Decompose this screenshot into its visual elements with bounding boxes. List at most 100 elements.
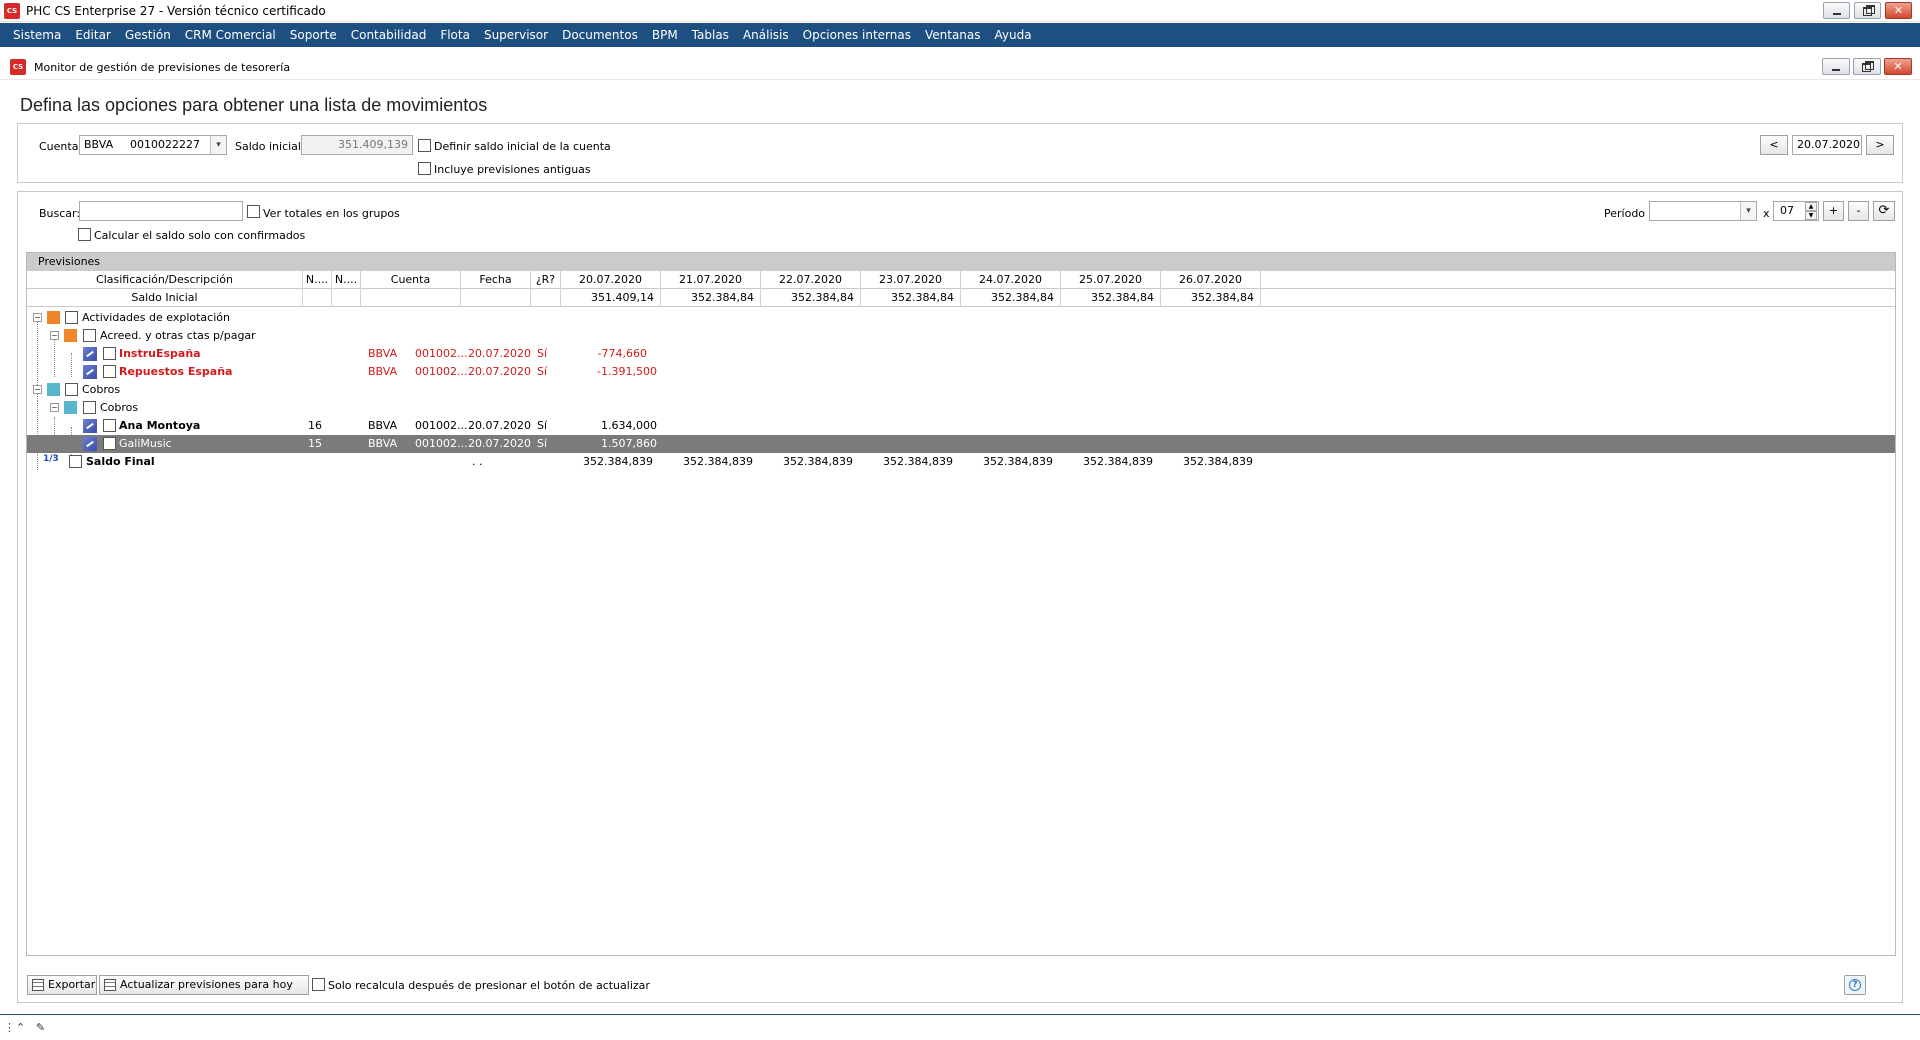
chevron-up-icon[interactable]: ⌃ xyxy=(16,1021,25,1034)
restore-button[interactable] xyxy=(1854,2,1881,19)
tree-group-row[interactable]: − Cobros xyxy=(27,399,1895,417)
row-cuenta: BBVA xyxy=(368,365,398,378)
row-value: 1.507,860 xyxy=(601,437,657,450)
col-date-4[interactable]: 23.07.2020 xyxy=(861,271,961,289)
row-checkbox[interactable] xyxy=(83,401,96,414)
col-fecha[interactable]: Fecha xyxy=(461,271,531,289)
menu-soporte[interactable]: Soporte xyxy=(283,23,344,47)
saldo-final-row[interactable]: 1/3 Saldo Final . . 352.384,839 352.384,… xyxy=(27,453,1895,471)
menu-opciones-internas[interactable]: Opciones internas xyxy=(796,23,918,47)
col-date-7[interactable]: 26.07.2020 xyxy=(1161,271,1261,289)
spin-up-icon[interactable]: ▲ xyxy=(1805,202,1817,211)
next-date-button[interactable]: > xyxy=(1866,135,1894,155)
collapse-icon[interactable]: − xyxy=(50,331,59,340)
chevron-down-icon[interactable]: ▾ xyxy=(210,136,226,154)
menu-editar[interactable]: Editar xyxy=(68,23,118,47)
menu-sistema[interactable]: Sistema xyxy=(6,23,68,47)
calcular-saldo-label: Calcular el saldo solo con confirmados xyxy=(94,229,306,242)
saldo-inicial-value: 352.384,84 xyxy=(1161,289,1261,307)
saldo-inicial-value: 351.409,14 xyxy=(561,289,661,307)
col-clasificacion[interactable]: Clasificación/Descripción xyxy=(27,271,303,289)
close-button[interactable]: ✕ xyxy=(1885,2,1912,19)
refresh-button[interactable]: ⟳ xyxy=(1873,201,1895,221)
tree-group-row[interactable]: − Cobros xyxy=(27,381,1895,399)
col-date-3[interactable]: 22.07.2020 xyxy=(761,271,861,289)
menu-documentos[interactable]: Documentos xyxy=(555,23,645,47)
collapse-icon[interactable]: − xyxy=(33,385,42,394)
row-checkbox[interactable] xyxy=(103,419,116,432)
collapse-icon[interactable]: − xyxy=(50,403,59,412)
row-checkbox[interactable] xyxy=(69,455,82,468)
date-field[interactable]: 20.07.2020 xyxy=(1792,135,1862,155)
menu-ventanas[interactable]: Ventanas xyxy=(918,23,988,47)
menu-ayuda[interactable]: Ayuda xyxy=(988,23,1039,47)
child-restore-button[interactable] xyxy=(1853,58,1881,75)
row-checkbox[interactable] xyxy=(65,311,78,324)
child-close-button[interactable]: ✕ xyxy=(1884,58,1912,75)
periodo-plus-button[interactable]: + xyxy=(1823,201,1844,221)
solo-recalcula-checkbox[interactable] xyxy=(312,978,325,991)
collapse-icon[interactable]: − xyxy=(33,313,42,322)
prev-date-button[interactable]: < xyxy=(1760,135,1788,155)
options-panel: Cuenta BBVA 0010022227 ▾ Saldo inicial 3… xyxy=(17,123,1903,183)
edit-icon[interactable] xyxy=(83,347,97,361)
menu-bar: Sistema Editar Gestión CRM Comercial Sop… xyxy=(0,23,1920,47)
col-date-2[interactable]: 21.07.2020 xyxy=(661,271,761,289)
col-n2[interactable]: N.... xyxy=(332,271,361,289)
close-icon: ✕ xyxy=(1893,60,1903,73)
periodo-select[interactable]: ▾ xyxy=(1649,201,1757,221)
col-r[interactable]: ¿R? xyxy=(531,271,561,289)
edit-note-icon[interactable]: ✎ xyxy=(36,1021,45,1034)
menu-contabilidad[interactable]: Contabilidad xyxy=(344,23,434,47)
col-date-6[interactable]: 25.07.2020 xyxy=(1061,271,1161,289)
spin-down-icon[interactable]: ▼ xyxy=(1805,211,1817,220)
help-button[interactable]: ? xyxy=(1844,975,1866,995)
row-checkbox[interactable] xyxy=(103,365,116,378)
row-checkbox[interactable] xyxy=(65,383,78,396)
edit-icon[interactable] xyxy=(83,437,97,451)
search-input[interactable] xyxy=(79,201,243,221)
tree-group-row[interactable]: − Acreed. y otras ctas p/pagar xyxy=(27,327,1895,345)
table-row[interactable]: Ana Montoya 16 BBVA 001002... 20.07.2020… xyxy=(27,417,1895,435)
col-n1[interactable]: N.... xyxy=(303,271,332,289)
periodo-number-input[interactable]: 07 ▲ ▼ xyxy=(1773,201,1819,221)
minimize-button[interactable] xyxy=(1823,2,1850,19)
saldo-final-value: 352.384,839 xyxy=(783,455,853,468)
tree-group-row[interactable]: − Actividades de explotación xyxy=(27,309,1895,327)
col-date-1[interactable]: 20.07.2020 xyxy=(561,271,661,289)
table-row[interactable]: InstruEspaña BBVA 001002... 20.07.2020 S… xyxy=(27,345,1895,363)
row-checkbox[interactable] xyxy=(103,347,116,360)
menu-crm-comercial[interactable]: CRM Comercial xyxy=(178,23,283,47)
periodo-minus-button[interactable]: - xyxy=(1848,201,1869,221)
table-row-selected[interactable]: GaliMusic 15 BBVA 001002... 20.07.2020 S… xyxy=(27,435,1895,453)
row-cuenta-num: 001002... xyxy=(415,419,468,432)
incluye-previsiones-checkbox[interactable] xyxy=(418,162,431,175)
chevron-down-icon[interactable]: ▾ xyxy=(1740,202,1756,220)
row-checkbox[interactable] xyxy=(103,437,116,450)
menu-gestion[interactable]: Gestión xyxy=(118,23,178,47)
col-cuenta[interactable]: Cuenta xyxy=(361,271,461,289)
sum-icon: 1/3 xyxy=(43,454,59,464)
cuenta-select[interactable]: BBVA 0010022227 ▾ xyxy=(79,135,227,155)
calcular-saldo-checkbox[interactable] xyxy=(78,228,91,241)
exportar-button[interactable]: Exportar xyxy=(27,975,97,995)
actualizar-previsiones-button[interactable]: Actualizar previsiones para hoy xyxy=(99,975,309,995)
menu-flota[interactable]: Flota xyxy=(433,23,477,47)
ver-totales-label: Ver totales en los grupos xyxy=(263,207,400,220)
menu-tablas[interactable]: Tablas xyxy=(685,23,736,47)
ver-totales-checkbox[interactable] xyxy=(247,205,260,218)
menu-bpm[interactable]: BPM xyxy=(645,23,685,47)
edit-icon[interactable] xyxy=(83,419,97,433)
edit-icon[interactable] xyxy=(83,365,97,379)
table-row[interactable]: Repuestos España BBVA 001002... 20.07.20… xyxy=(27,363,1895,381)
grid-header-row: Clasificación/Descripción N.... N.... Cu… xyxy=(27,271,1895,289)
child-minimize-button[interactable] xyxy=(1822,58,1850,75)
row-label: Repuestos España xyxy=(119,365,233,378)
row-value: 1.634,000 xyxy=(601,419,657,432)
menu-analisis[interactable]: Análisis xyxy=(736,23,796,47)
row-checkbox[interactable] xyxy=(83,329,96,342)
app-logo: CS xyxy=(4,3,20,19)
definir-saldo-checkbox[interactable] xyxy=(418,139,431,152)
col-date-5[interactable]: 24.07.2020 xyxy=(961,271,1061,289)
menu-supervisor[interactable]: Supervisor xyxy=(477,23,555,47)
